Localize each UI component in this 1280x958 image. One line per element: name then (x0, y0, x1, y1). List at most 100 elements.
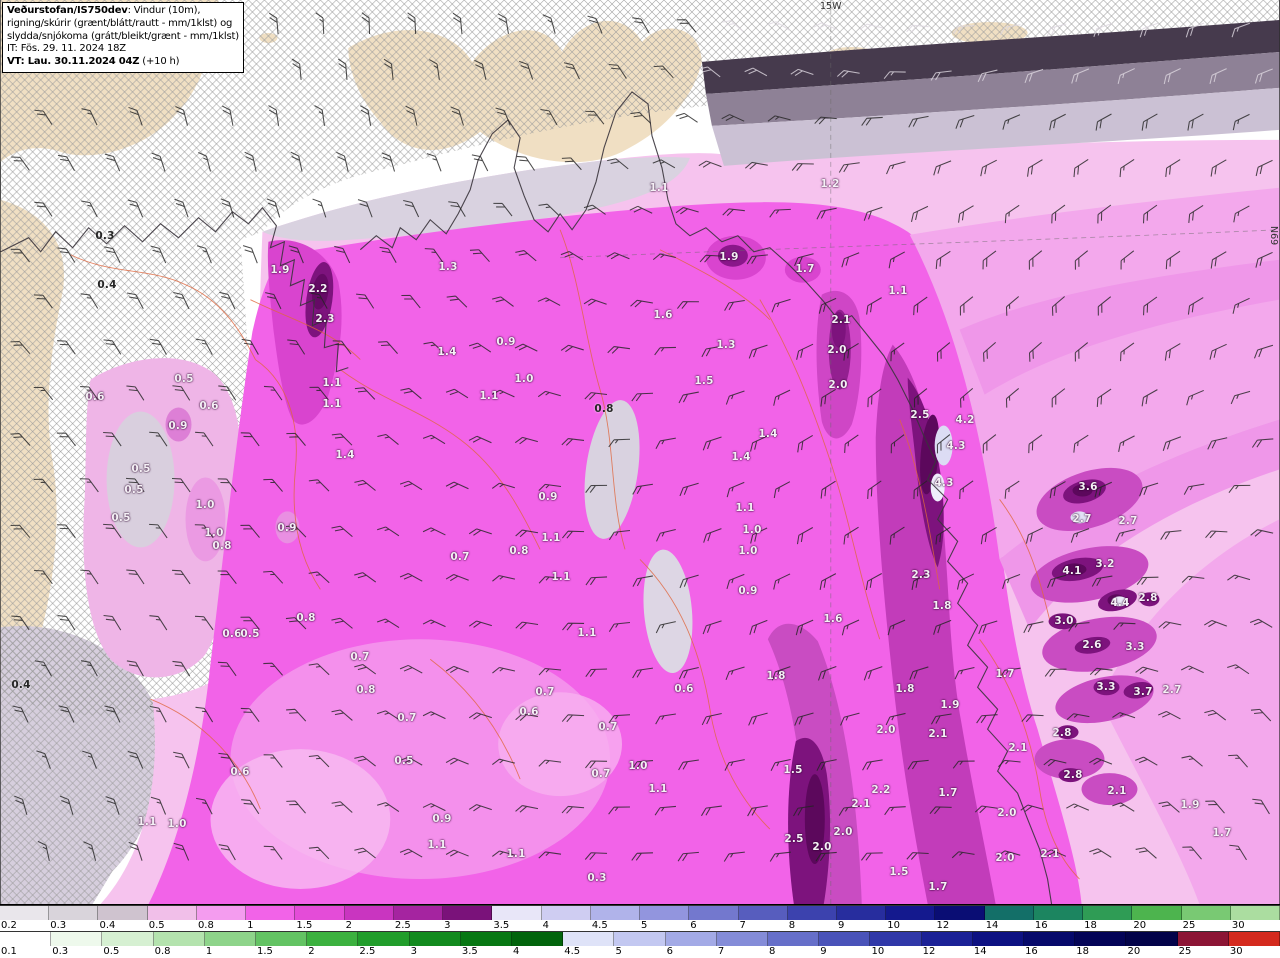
parallel-label: N69 (1268, 226, 1279, 246)
scale-swatch (1228, 932, 1280, 946)
scale-cell-snow-12: 12 (935, 906, 985, 931)
scale-tick-label: 20 (1127, 946, 1141, 957)
scale-swatch (1083, 906, 1133, 920)
scale-cell-rain-18: 18 (1075, 932, 1127, 957)
valid-time: VT: Lau. 30.11.2024 04Z (7, 56, 140, 68)
scale-cell-snow-0.5: 0.5 (147, 906, 197, 931)
scale-tick-label: 10 (887, 920, 900, 931)
scale-swatch (0, 932, 52, 946)
legend-line-snow: slydda/snjókoma (grátt/bleikt/grænt - mm… (7, 30, 239, 42)
scale-tick-label: 30 (1229, 946, 1243, 957)
scale-swatch (870, 932, 922, 946)
scale-cell-snow-10: 10 (886, 906, 936, 931)
scale-tick-label: 3.5 (461, 946, 478, 957)
scale-cell-snow-0.4: 0.4 (98, 906, 148, 931)
scale-tick-label: 6 (690, 920, 697, 931)
scale-tick-label: 5 (641, 920, 648, 931)
scale-swatch (460, 932, 513, 946)
scale-tick-label: 16 (1034, 920, 1048, 931)
map-area: 0.3 0.4 1.9 2.2 2.3 1.1 1.1 1.3 1.4 0.9 1.0 1.1 1.1 1… (0, 0, 1280, 905)
scale-cell-snow-4: 4 (541, 906, 591, 931)
scale-tick-label: 6 (666, 946, 674, 957)
weather-map-page: { "header": { "line1_bold": "Veðurstofan… (0, 0, 1280, 958)
scale-tick-label: 1.5 (296, 920, 313, 931)
scale-swatch (147, 906, 197, 920)
scale-cell-rain-25: 25 (1177, 932, 1229, 957)
scale-tick-label: 4.5 (591, 920, 608, 931)
scale-swatch (98, 906, 148, 920)
scale-tick-label: 0.3 (52, 946, 69, 957)
scale-cell-snow-9: 9 (836, 906, 887, 931)
scale-cell-snow-25: 25 (1181, 906, 1231, 931)
scale-tick-label: 18 (1084, 920, 1097, 931)
scale-cell-rain-2.5: 2.5 (358, 932, 410, 957)
scale-tick-label: 8 (769, 946, 776, 957)
scale-swatch (49, 906, 99, 920)
scale-swatch (204, 932, 257, 946)
scale-cell-snow-6: 6 (689, 906, 739, 931)
scale-swatch (768, 932, 820, 946)
scale-swatch (921, 932, 973, 946)
scale-cell-snow-4.5: 4.5 (590, 906, 641, 931)
scale-tick-label: 25 (1182, 920, 1196, 931)
scale-swatch (102, 932, 154, 946)
scale-cell-snow-7: 7 (738, 906, 788, 931)
scale-cell-rain-4: 4 (512, 932, 564, 957)
color-scales: 0.2 0.3 0.4 0.5 0.8 1 1.5 2 2.5 3 3.5 4 4.5 5 6 7 8 9 10 12… (0, 905, 1280, 958)
scale-cell-snow-2.5: 2.5 (393, 906, 444, 931)
scale-cell-rain-3.5: 3.5 (460, 932, 513, 957)
init-time: IT: Fös. 29. 11. 2024 18Z (7, 43, 126, 55)
scale-tick-label: 0.2 (1, 920, 17, 931)
lead-time: (+10 h) (139, 56, 180, 68)
scale-tick-label: 12 (922, 946, 936, 957)
scale-swatch (256, 932, 308, 946)
scale-tick-label: 1.5 (257, 946, 273, 957)
scale-swatch (1181, 906, 1231, 920)
scale-swatch (640, 906, 690, 920)
title-variable: : Vindur (10m), (127, 5, 201, 16)
scale-tick-label: 14 (985, 920, 999, 931)
scale-cell-rain-7: 7 (716, 932, 769, 957)
scale-swatch (512, 932, 564, 946)
scale-swatch (1132, 906, 1182, 920)
scale-swatch (1033, 906, 1084, 920)
scale-tick-label: 2.5 (359, 946, 376, 957)
scale-swatch (358, 932, 410, 946)
scale-cell-rain-3: 3 (409, 932, 461, 957)
scale-cell-rain-9: 9 (819, 932, 871, 957)
scale-tick-label: 14 (973, 946, 987, 957)
legend-line-rain: rigning/skúrir (grænt/blátt/rautt - mm/1… (7, 17, 233, 29)
scale-tick-label: 16 (1025, 946, 1038, 957)
scale-swatch (984, 906, 1034, 920)
scale-swatch (295, 906, 345, 920)
scale-cell-snow-2: 2 (344, 906, 394, 931)
scale-tick-label: 20 (1133, 920, 1147, 931)
scale-swatch (1230, 906, 1280, 920)
scale-tick-label: 2.5 (394, 920, 411, 931)
scale-tick-label: 0.8 (154, 946, 171, 957)
scale-tick-label: 0.1 (1, 946, 17, 957)
scale-swatch (886, 906, 936, 920)
scale-swatch (590, 906, 641, 920)
scale-cell-snow-3: 3 (443, 906, 493, 931)
scale-cell-snow-30: 30 (1230, 906, 1280, 931)
scale-tick-label: 0.5 (148, 920, 165, 931)
scale-cell-snow-0.3: 0.3 (49, 906, 99, 931)
meridian-label: 15W (820, 1, 842, 12)
scale-tick-label: 0.5 (103, 946, 120, 957)
scale-swatch (665, 932, 717, 946)
scale-cell-snow-3.5: 3.5 (492, 906, 542, 931)
scale-swatch (716, 932, 769, 946)
scale-cell-snow-5: 5 (640, 906, 690, 931)
scale-cell-snow-1.5: 1.5 (295, 906, 345, 931)
scale-tick-label: 5 (615, 946, 622, 957)
scale-cell-snow-16: 16 (1033, 906, 1084, 931)
scale-cell-rain-6: 6 (665, 932, 717, 957)
scale-swatch (819, 932, 871, 946)
scale-tick-label: 3 (444, 920, 451, 931)
scale-swatch (972, 932, 1025, 946)
scale-swatch (614, 932, 666, 946)
scale-swatch (409, 932, 461, 946)
scale-swatch (196, 906, 247, 920)
scale-swatch (1024, 932, 1076, 946)
